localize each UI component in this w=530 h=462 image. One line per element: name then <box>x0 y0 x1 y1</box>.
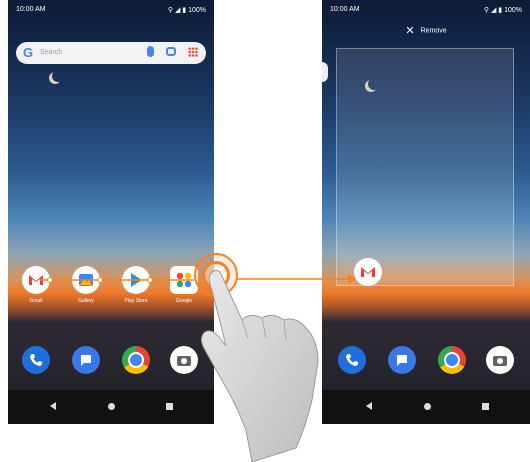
pointing-hand-illustration <box>201 270 319 462</box>
